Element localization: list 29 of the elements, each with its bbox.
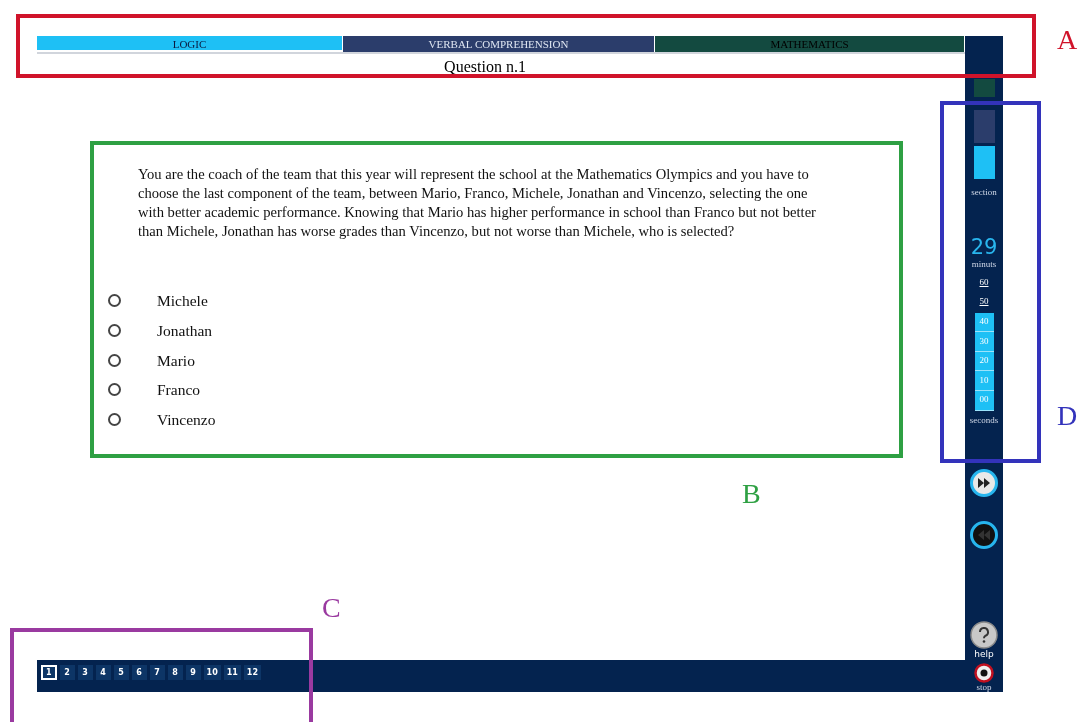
help-icon[interactable] <box>970 621 998 649</box>
option-label: Vincenzo <box>157 409 216 430</box>
minutes-label: minuts <box>971 259 997 271</box>
seconds-tick: 50 <box>978 295 990 309</box>
help-label: help <box>974 649 994 659</box>
radio-button[interactable] <box>108 294 121 308</box>
seconds-tick: 60 <box>978 275 990 289</box>
section-label: section <box>971 185 997 199</box>
annotation-letter: A <box>1057 23 1078 57</box>
seconds-label: seconds <box>969 413 999 427</box>
section-tab[interactable]: VERBAL COMPREHENSION <box>343 36 655 52</box>
option-label: Jonathan <box>157 320 213 341</box>
option-label: Mario <box>157 350 195 371</box>
stop-icon[interactable] <box>974 663 994 683</box>
annotation-letter: D <box>1057 399 1078 433</box>
stop-label: stop <box>976 683 992 692</box>
option-label: Franco <box>157 380 201 401</box>
section-tab[interactable]: LOGIC <box>37 36 343 52</box>
question-number-button[interactable]: 1 <box>41 665 57 680</box>
question-text: You are the coach of the team that this year will represent the school at the Mathematics Olympics and you have to choose the last component of the team, between Mario, Franco, Michele, Jonathan and Vincenzo, selecting the one with better academic performance. Knowing that Mario has higher performance in school than Franco but not better than Michele, Jonathan has worse grades than Vincenzo, but not worse than Michele, who is selected? <box>138 165 817 241</box>
radio-button[interactable] <box>108 324 121 338</box>
radio-button[interactable] <box>108 353 121 367</box>
radio-button[interactable] <box>108 383 121 397</box>
minutes-counter: 29 <box>970 235 998 260</box>
option-label: Michele <box>157 291 208 312</box>
annotation-letter: B <box>742 477 761 511</box>
question-number-title: Question n.1 <box>443 57 527 77</box>
annotation-letter: C <box>322 591 341 625</box>
radio-button[interactable] <box>108 413 121 427</box>
